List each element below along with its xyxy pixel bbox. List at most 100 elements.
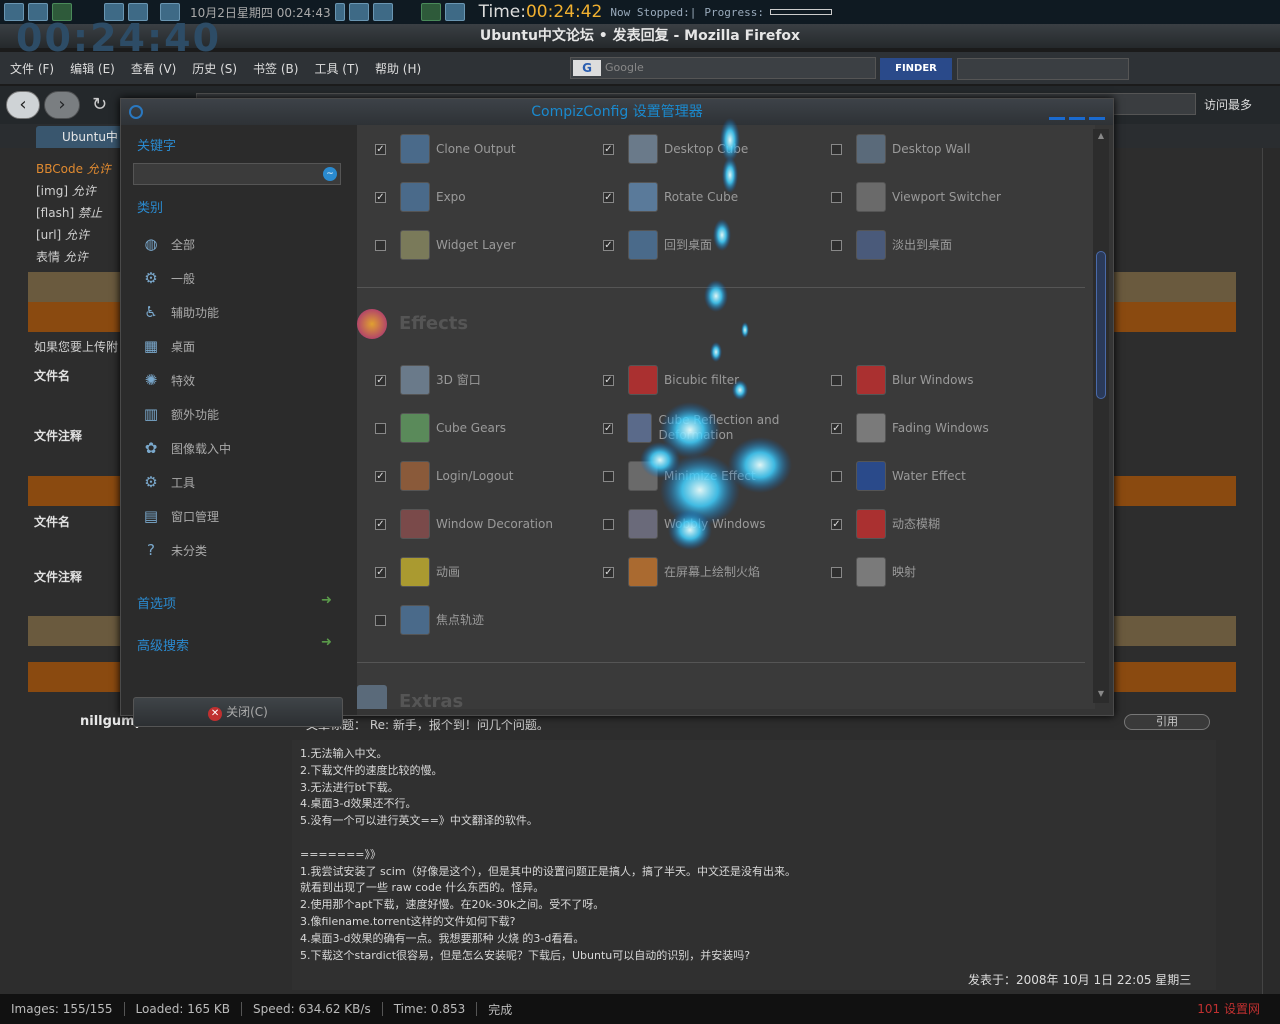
plugin-checkbox[interactable]: [831, 191, 842, 203]
window-menu-icon[interactable]: [129, 105, 143, 119]
plugin-item[interactable]: ✓ Expo: [375, 179, 595, 215]
plugin-item[interactable]: Widget Layer: [375, 227, 595, 263]
plugin-checkbox[interactable]: ✓: [603, 566, 614, 578]
google-icon[interactable]: G: [573, 60, 601, 76]
plugin-checkbox[interactable]: [831, 374, 842, 386]
applet-dropbox-icon[interactable]: [444, 3, 465, 21]
page-scrollbar[interactable]: [1262, 148, 1280, 994]
clear-filter-icon[interactable]: ~: [323, 167, 337, 181]
volume-icon[interactable]: [372, 3, 393, 21]
window-buttons[interactable]: [1049, 117, 1105, 120]
plugin-item[interactable]: ✓ Desktop Cube: [603, 131, 823, 167]
plugin-item[interactable]: ✓ 3D 窗口: [375, 362, 595, 398]
plugin-checkbox[interactable]: [375, 239, 386, 251]
quote-button[interactable]: 引用: [1124, 714, 1210, 730]
plugin-checkbox[interactable]: ✓: [375, 566, 386, 578]
plugin-item[interactable]: 淡出到桌面: [831, 227, 1051, 263]
finder-button[interactable]: FINDER: [880, 58, 952, 80]
category-6[interactable]: ✿ 图像载入中: [141, 437, 231, 459]
status-right-label[interactable]: 101 设置网: [1197, 1000, 1260, 1017]
plugin-checkbox[interactable]: ✓: [375, 191, 386, 203]
menu-tools[interactable]: 工具 (T): [314, 60, 359, 77]
back-button[interactable]: ‹: [6, 91, 40, 119]
menu-help[interactable]: 帮助 (H): [375, 60, 421, 77]
scroll-thumb[interactable]: [1096, 251, 1106, 399]
plugin-item[interactable]: ✓ 动画: [375, 554, 595, 590]
category-9[interactable]: ? 未分类: [141, 539, 207, 561]
plugin-checkbox[interactable]: ✓: [375, 143, 386, 155]
plugin-checkbox[interactable]: ✓: [375, 374, 386, 386]
reload-icon[interactable]: ↻: [92, 94, 107, 115]
plugin-checkbox[interactable]: [831, 566, 842, 578]
category-0[interactable]: ◍ 全部: [141, 233, 195, 255]
category-5[interactable]: ▥ 额外功能: [141, 403, 219, 425]
plugin-item[interactable]: Desktop Wall: [831, 131, 1051, 167]
plugin-checkbox[interactable]: [603, 470, 614, 482]
flash-state: 禁止: [77, 206, 102, 220]
category-2[interactable]: ♿ 辅助功能: [141, 301, 219, 323]
plugin-checkbox[interactable]: ✓: [375, 518, 386, 530]
preferences-link[interactable]: 首选项: [137, 593, 176, 612]
plugin-item[interactable]: 映射: [831, 554, 1051, 590]
plugin-item[interactable]: Water Effect: [831, 458, 1051, 494]
search-input[interactable]: G Google: [570, 57, 876, 79]
plugin-checkbox[interactable]: [831, 143, 842, 155]
advanced-search-arrow-icon[interactable]: ➜: [321, 635, 332, 650]
category-1[interactable]: ⚙ 一般: [141, 267, 195, 289]
forward-button[interactable]: ›: [44, 91, 80, 119]
plugin-item[interactable]: ✓ Fading Windows: [831, 410, 1051, 446]
plugin-item[interactable]: ✓ 回到桌面: [603, 227, 823, 263]
plugin-checkbox[interactable]: ✓: [375, 470, 386, 482]
plugin-checkbox[interactable]: [375, 614, 386, 626]
plugin-item[interactable]: ✓ 在屏幕上绘制火焰: [603, 554, 823, 590]
scroll-up-icon[interactable]: ▲: [1095, 131, 1107, 143]
scroll-down-icon[interactable]: ▼: [1095, 689, 1107, 701]
filter-input[interactable]: ~: [133, 163, 341, 185]
plugin-item[interactable]: Cube Gears: [375, 410, 595, 446]
plugin-checkbox[interactable]: [831, 470, 842, 482]
preferences-arrow-icon[interactable]: ➜: [321, 593, 332, 608]
plugin-checkbox[interactable]: ✓: [603, 374, 614, 386]
plugin-item[interactable]: Blur Windows: [831, 362, 1051, 398]
plugin-item[interactable]: ✓ Clone Output: [375, 131, 595, 167]
menu-file[interactable]: 文件 (F): [10, 60, 54, 77]
most-visited-bookmark[interactable]: 访问最多: [1204, 96, 1252, 113]
plugin-checkbox[interactable]: ✓: [603, 239, 614, 251]
menu-view[interactable]: 查看 (V): [131, 60, 176, 77]
plugin-item[interactable]: ✓ Login/Logout: [375, 458, 595, 494]
applet-books-icon[interactable]: [420, 3, 441, 21]
network-icon[interactable]: [348, 3, 369, 21]
menu-history[interactable]: 历史 (S): [192, 60, 237, 77]
plugin-item[interactable]: ✓ Rotate Cube: [603, 179, 823, 215]
question-icon: ?: [147, 541, 155, 559]
plugin-checkbox[interactable]: ✓: [603, 143, 614, 155]
plugin-checkbox[interactable]: [603, 518, 614, 530]
plugin-checkbox[interactable]: ✓: [831, 518, 842, 530]
category-4[interactable]: ✺ 特效: [141, 369, 195, 391]
plugin-item[interactable]: ✓ 动态模糊: [831, 506, 1051, 542]
plugin-checkbox[interactable]: ✓: [603, 422, 614, 434]
plugin-checkbox[interactable]: ✓: [603, 191, 614, 203]
plugin-checkbox[interactable]: ✓: [831, 422, 842, 434]
category-3[interactable]: ▦ 桌面: [141, 335, 195, 357]
plugin-icon: [400, 182, 430, 212]
plugin-item[interactable]: ✓ Window Decoration: [375, 506, 595, 542]
toolbar-dropdown[interactable]: [957, 58, 1129, 80]
plugin-item[interactable]: ✓ Cube Reflection and Deformation: [603, 410, 823, 446]
tab-ubuntu-forum[interactable]: Ubuntu中: [36, 126, 126, 148]
category-7[interactable]: ⚙ 工具: [141, 471, 195, 493]
category-8[interactable]: ▤ 窗口管理: [141, 505, 219, 527]
plugin-checkbox[interactable]: [375, 422, 386, 434]
menu-bookmarks[interactable]: 书签 (B): [253, 60, 298, 77]
close-button[interactable]: ✕ 关闭(C): [133, 697, 343, 727]
plugin-item[interactable]: Viewport Switcher: [831, 179, 1051, 215]
plugin-item[interactable]: ✓ Bicubic filter: [603, 362, 823, 398]
advanced-search-link[interactable]: 高级搜索: [137, 635, 189, 654]
plugin-checkbox[interactable]: [831, 239, 842, 251]
plugin-item[interactable]: 焦点轨迹: [375, 602, 595, 638]
plugin-scrollbar[interactable]: ▲ ▼: [1093, 129, 1109, 703]
menu-edit[interactable]: 编辑 (E): [70, 60, 115, 77]
smilies-tag: 表情: [36, 250, 61, 264]
plugin-item[interactable]: Wobbly Windows: [603, 506, 823, 542]
plugin-item[interactable]: Minimize Effect: [603, 458, 823, 494]
